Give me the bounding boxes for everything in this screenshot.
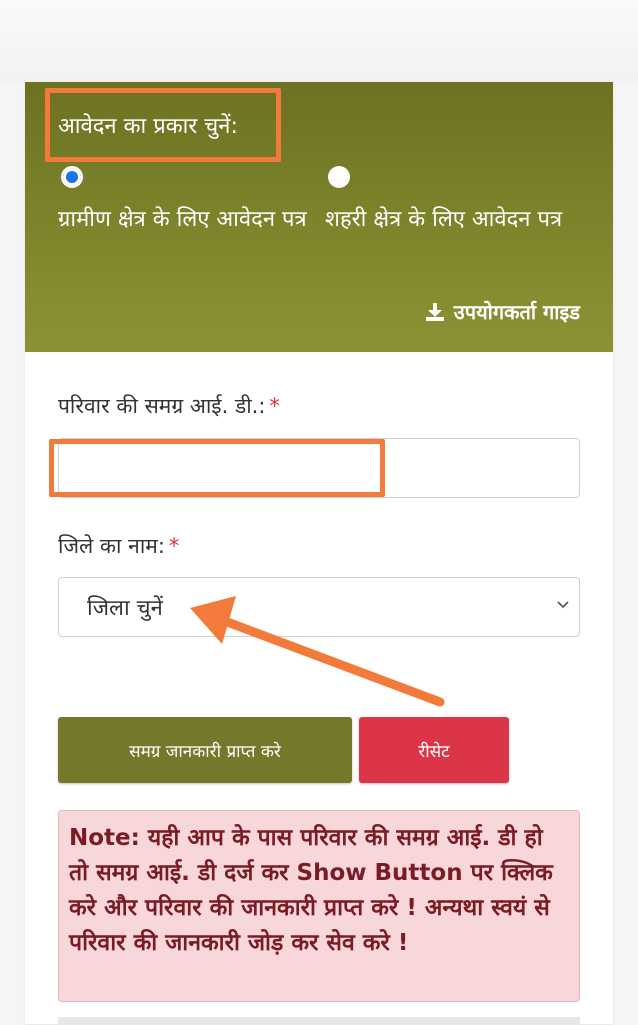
fetch-samagra-button[interactable]: समग्र जानकारी प्राप्त करे — [58, 717, 352, 783]
annotation-highlight-box — [45, 88, 281, 162]
reset-button[interactable]: रीसेट — [359, 717, 509, 783]
application-form-card: आवेदन का प्रकार चुनें: ग्रामीण क्षेत्र क… — [25, 82, 613, 1025]
district-select-value: जिला चुनें — [87, 596, 163, 621]
note-alert: Note: यही आप के पास परिवार की समग्र आई. … — [58, 810, 580, 1002]
required-mark: * — [269, 394, 280, 418]
chevron-down-icon — [557, 601, 569, 609]
district-label: जिले का नाम: * — [58, 534, 180, 558]
annotation-highlight-box — [49, 439, 385, 497]
download-icon — [425, 302, 444, 321]
note-prefix: Note: — [69, 825, 140, 851]
note-text: यही आप के पास परिवार की समग्र आई. डी हो … — [69, 825, 553, 956]
radio-urban-label[interactable]: शहरी क्षेत्र के लिए आवेदन पत्र — [325, 200, 587, 240]
required-mark: * — [168, 534, 180, 558]
samagra-id-label: परिवार की समग्र आई. डी.: * — [58, 394, 280, 418]
user-guide-link[interactable]: उपयोगकर्ता गाइड — [424, 298, 580, 325]
user-guide-label: उपयोगकर्ता गाइड — [453, 300, 580, 324]
radio-rural[interactable] — [61, 166, 83, 188]
form-header: आवेदन का प्रकार चुनें: ग्रामीण क्षेत्र क… — [25, 82, 613, 352]
page-background — [0, 0, 638, 82]
district-select[interactable]: जिला चुनें — [58, 577, 580, 637]
radio-urban[interactable] — [328, 166, 350, 188]
radio-rural-label[interactable]: ग्रामीण क्षेत्र के लिए आवेदन पत्र — [58, 200, 320, 240]
